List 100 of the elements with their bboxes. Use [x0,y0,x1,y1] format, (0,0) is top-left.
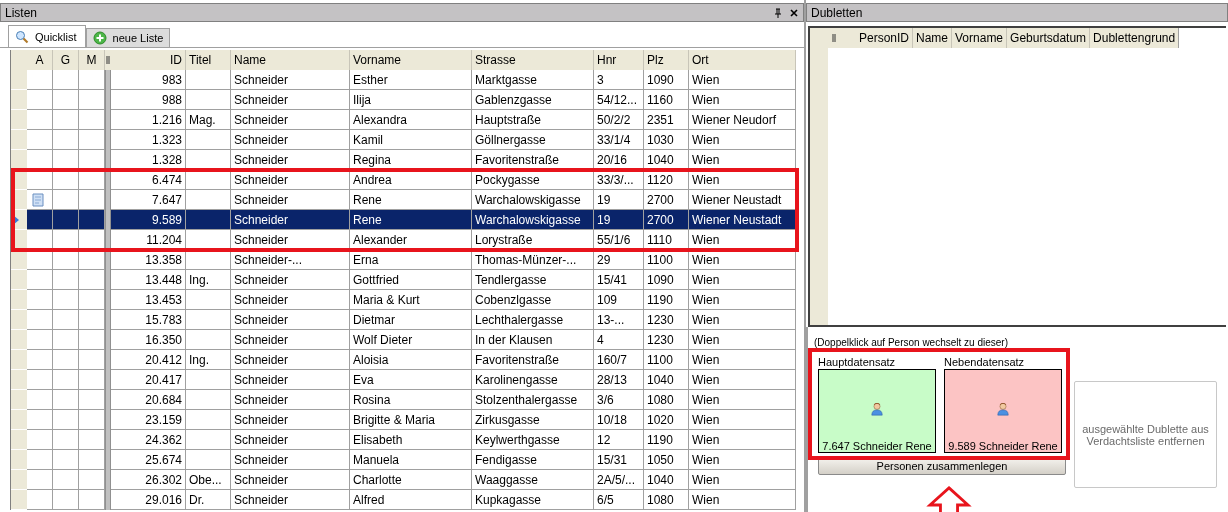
person-icon [870,402,884,416]
column-header[interactable]: Strasse [472,50,594,70]
table-cell: Zirkusgasse [472,410,594,430]
table-cell: Karolinengasse [472,370,594,390]
table-cell: 1230 [644,310,689,330]
table-cell [186,90,231,110]
table-cell [186,170,231,190]
table-cell: 50/2/2 [594,110,644,130]
table-cell: Wien [689,290,796,310]
row-selector[interactable] [11,150,27,170]
table-cell [186,70,231,90]
table-cell: Ing. [186,270,231,290]
table-cell: 1100 [644,250,689,270]
column-header[interactable]: G [53,50,79,70]
table-cell: Wien [689,150,796,170]
table-cell: Brigitte & Maria [350,410,472,430]
table-cell: 1040 [644,150,689,170]
table-cell: Schneider [231,210,350,230]
table-cell [53,70,79,90]
table-cell: Stolzenthalergasse [472,390,594,410]
table-cell: 4 [594,330,644,350]
table-cell: Wien [689,70,796,90]
column-header[interactable]: A [27,50,53,70]
table-cell: Wien [689,90,796,110]
table-cell [186,210,231,230]
table-cell: Eva [350,370,472,390]
table-cell: 1190 [644,430,689,450]
column-header[interactable]: Vorname [952,28,1008,48]
table-cell: Schneider [231,490,350,510]
table-cell: Maria & Kurt [350,290,472,310]
table-cell: 1090 [644,70,689,90]
record-card[interactable]: 9.589 Schneider Rene [944,369,1062,453]
table-cell: Ing. [186,350,231,370]
table-cell: Manuela [350,450,472,470]
table-cell: 15/41 [594,270,644,290]
table-cell [186,370,231,390]
person-icon [996,402,1010,416]
column-header[interactable]: PersonID [840,28,913,48]
column-header[interactable]: Name [913,28,952,48]
column-header[interactable]: Ort [689,50,796,70]
table-cell: Fendigasse [472,450,594,470]
table-cell: Göllnergasse [472,130,594,150]
column-header[interactable]: ID [111,50,186,70]
table-cell: Warchalowskigasse [472,210,594,230]
table-cell: 2700 [644,210,689,230]
close-icon[interactable] [789,7,799,18]
column-chooser-icon[interactable] [832,34,836,42]
table-cell: Favoritenstraße [472,150,594,170]
table-cell: Lechthalergasse [472,310,594,330]
column-header[interactable]: Vorname [350,50,472,70]
record-card[interactable]: 7.647 Schneider Rene [818,369,936,453]
table-cell: Wien [689,330,796,350]
table-cell: Elisabeth [350,430,472,450]
table-cell: 1020 [644,410,689,430]
column-header[interactable]: Plz [644,50,689,70]
table-cell: 13-... [594,310,644,330]
table-cell: 3/6 [594,390,644,410]
table-cell [53,110,79,130]
table-cell [186,390,231,410]
table-cell: 1050 [644,450,689,470]
table-cell [53,310,79,330]
table-cell: 2351 [644,110,689,130]
pin-icon[interactable] [773,7,783,18]
table-cell [53,290,79,310]
table-cell: 6/5 [594,490,644,510]
table-cell: Ilija [350,90,472,110]
table-cell: Mag. [186,110,231,130]
table-cell: Rene [350,210,472,230]
table-cell: 33/1/4 [594,130,644,150]
row-selector[interactable] [11,250,27,270]
table-cell [186,310,231,330]
table-cell: Schneider [231,370,350,390]
column-header[interactable]: Name [231,50,350,70]
table-cell: Alexandra [350,110,472,130]
table-cell: Keylwerthgasse [472,430,594,450]
column-chooser-icon[interactable] [106,56,110,64]
table-cell [53,390,79,410]
table-cell: Wien [689,350,796,370]
table-cell [53,210,79,230]
table-cell: Favoritenstraße [472,350,594,370]
tab[interactable]: neue Liste [85,28,171,47]
column-header[interactable]: Geburtsdatum [1007,28,1091,48]
column-header[interactable]: Dublettengrund [1090,28,1179,48]
table-cell: 1080 [644,490,689,510]
record-label: Hauptdatensatz [818,355,897,369]
table-cell: Tendlergasse [472,270,594,290]
table-cell [186,430,231,450]
table-cell: Schneider [231,230,350,250]
hint-text: (Doppelklick auf Person wechselt zu dieser) [814,337,1009,348]
table-cell [53,370,79,390]
table-cell: Obe... [186,470,231,490]
table-cell [53,430,79,450]
table-cell: Wien [689,370,796,390]
table-cell: Regina [350,150,472,170]
table-cell [53,470,79,490]
column-header[interactable]: Titel [186,50,231,70]
column-header[interactable]: Hnr [594,50,644,70]
table-cell [186,450,231,470]
tab[interactable]: Quicklist [8,25,86,47]
table-cell: 29 [594,250,644,270]
